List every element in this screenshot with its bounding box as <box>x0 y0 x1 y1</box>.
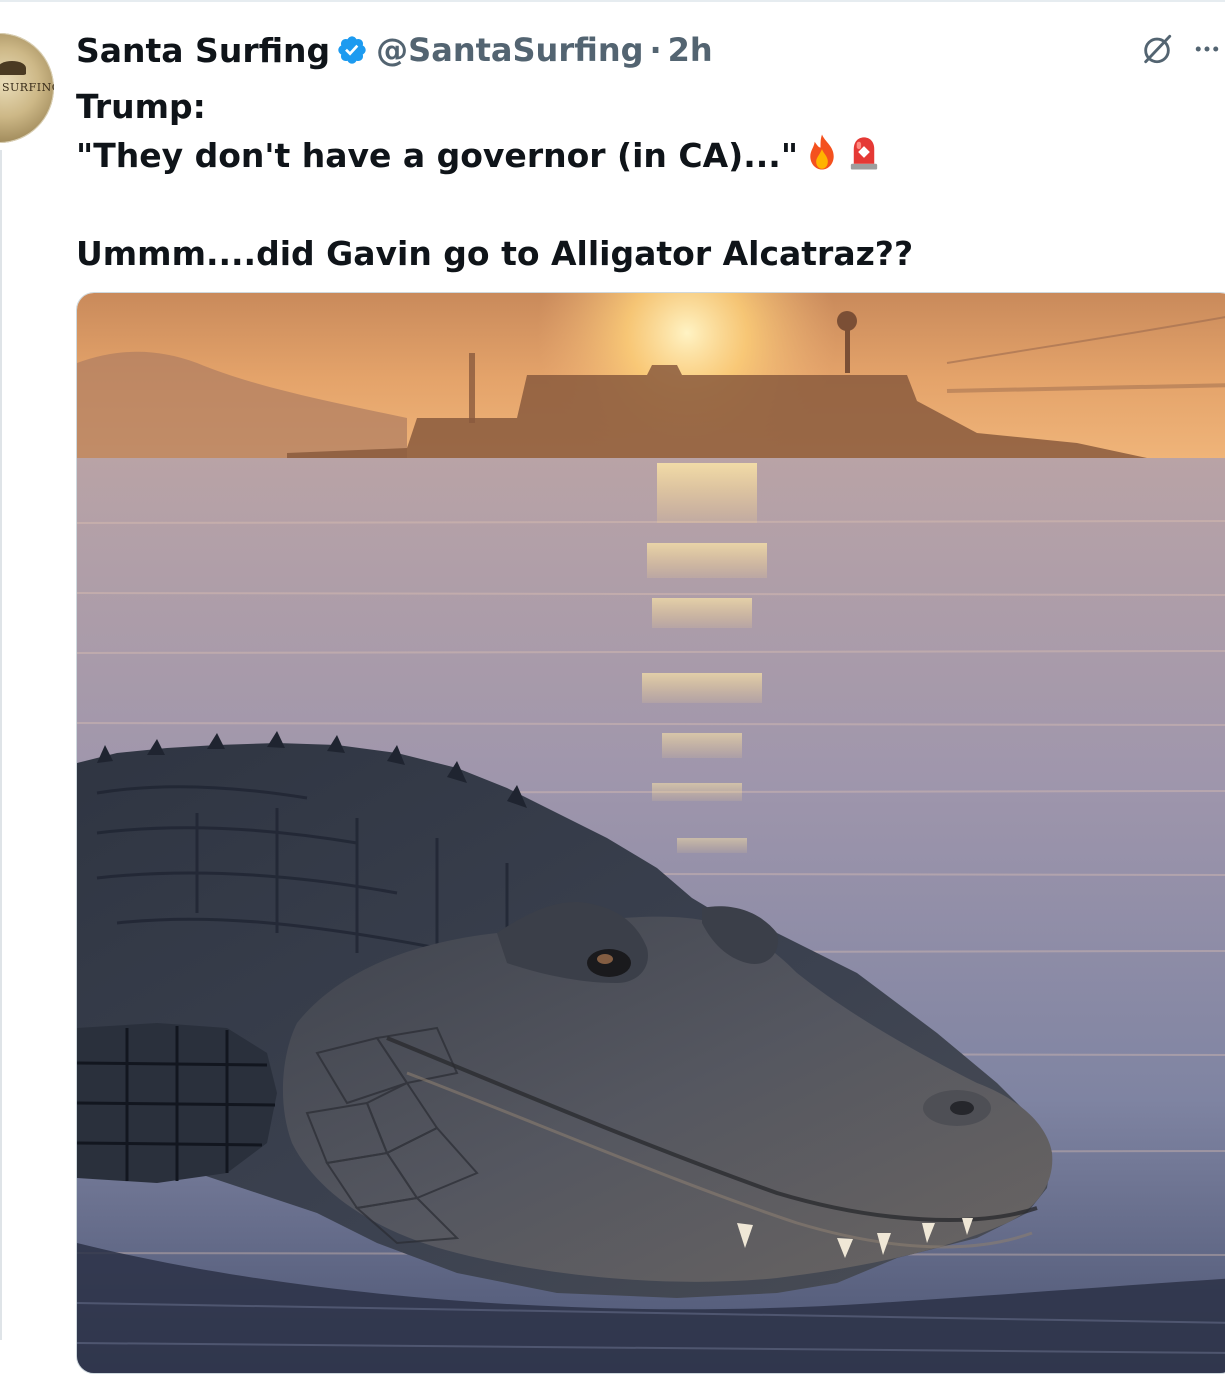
tweet-line-4: Ummm....did Gavin go to Alligator Alcatr… <box>76 234 914 273</box>
tweet-line-2: "They don't have a governor (in CA)..." <box>76 131 1216 180</box>
verified-badge-icon[interactable] <box>336 34 368 66</box>
separator-dot: · <box>649 31 662 69</box>
author-handle[interactable]: @SantaSurfing <box>376 31 643 69</box>
fire-emoji-icon <box>810 134 834 170</box>
tweet-line-2-text: "They don't have a governor (in CA)..." <box>76 136 799 175</box>
avatar[interactable]: SURFING <box>0 33 54 143</box>
tweet-text: Trump: "They don't have a governor (in C… <box>76 82 1216 278</box>
tweet-header: Santa Surfing @SantaSurfing · 2h <box>76 28 713 72</box>
avatar-logo-text: SURFING <box>2 81 54 94</box>
rotating-light-emoji-icon <box>850 137 878 170</box>
more-icon[interactable] <box>1192 34 1222 64</box>
author-name[interactable]: Santa Surfing <box>76 31 330 70</box>
tweet-media-image[interactable] <box>76 292 1225 1374</box>
tweet-line-1: Trump: <box>76 87 206 126</box>
avatar-logo-mark <box>0 61 26 75</box>
grok-icon[interactable] <box>1140 32 1174 66</box>
timestamp[interactable]: 2h <box>668 31 713 69</box>
media-illustration <box>77 293 1225 1373</box>
top-divider <box>0 0 1225 2</box>
thread-line <box>0 150 2 1340</box>
